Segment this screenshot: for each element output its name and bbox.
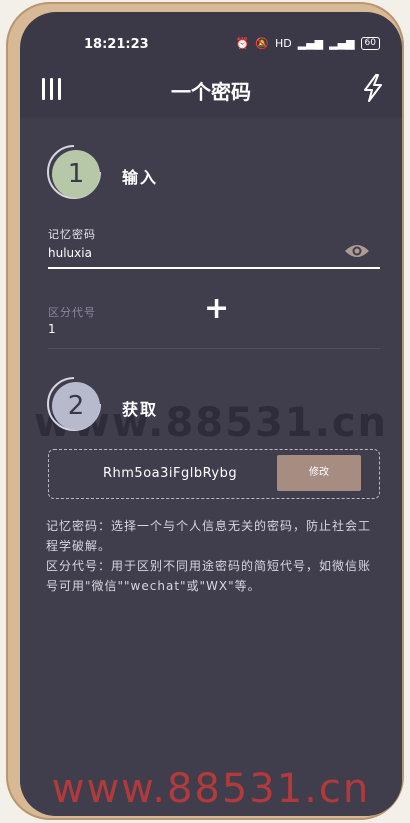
memory-input-underline (48, 267, 380, 269)
eye-icon[interactable] (344, 242, 370, 260)
status-bar: 18:21:23 ⏰ 🔕 HD ▂▄▆ ▂▄▆ 60 (20, 12, 402, 56)
mute-icon: 🔕 (255, 37, 270, 50)
battery-icon: 60 (360, 37, 380, 50)
code-label: 区分代号 (48, 306, 96, 319)
status-icons: ⏰ 🔕 HD ▂▄▆ ▂▄▆ 60 (236, 37, 380, 50)
code-input[interactable]: 1 (48, 322, 56, 336)
help-code-text: 区分代号：用于区别不同用途密码的简短代号，如微信账号可用"微信""wechat"… (46, 559, 372, 593)
edit-button[interactable]: 修改 (277, 455, 361, 491)
memory-password-label: 记忆密码 (48, 228, 96, 241)
step-1-label: 输入 (122, 168, 159, 187)
lightning-icon[interactable] (362, 74, 384, 102)
help-memory-text: 记忆密码：选择一个与个人信息无关的密码，防止社会工程学破解。 (46, 519, 372, 553)
result-box: Rhm5oa3iFglbRybg 修改 (48, 449, 380, 499)
step-2-badge: 2 (46, 376, 106, 436)
step-1-badge: 1 (46, 144, 106, 204)
app-header: 一个密码 (20, 64, 402, 118)
hd-badge: HD (275, 37, 292, 50)
page-title: 一个密码 (171, 80, 251, 104)
status-time: 18:21:23 (84, 37, 149, 52)
alarm-icon: ⏰ (235, 37, 250, 50)
step-2-number: 2 (52, 382, 100, 430)
add-icon[interactable]: + (204, 294, 229, 324)
memory-password-input[interactable]: huluxia (48, 246, 92, 260)
signal-icon-2: ▂▄▆ (329, 37, 355, 50)
step-2-label: 获取 (122, 400, 159, 419)
app-screen: 18:21:23 ⏰ 🔕 HD ▂▄▆ ▂▄▆ 60 一个密码 www.8853… (20, 12, 402, 816)
phone-frame: 18:21:23 ⏰ 🔕 HD ▂▄▆ ▂▄▆ 60 一个密码 www.8853… (6, 2, 404, 820)
generated-password[interactable]: Rhm5oa3iFglbRybg (103, 466, 237, 481)
watermark-bottom: www.88531.cn (51, 766, 371, 812)
signal-icon: ▂▄▆ (297, 37, 324, 50)
step-1-number: 1 (52, 150, 100, 198)
code-input-underline (48, 348, 380, 349)
